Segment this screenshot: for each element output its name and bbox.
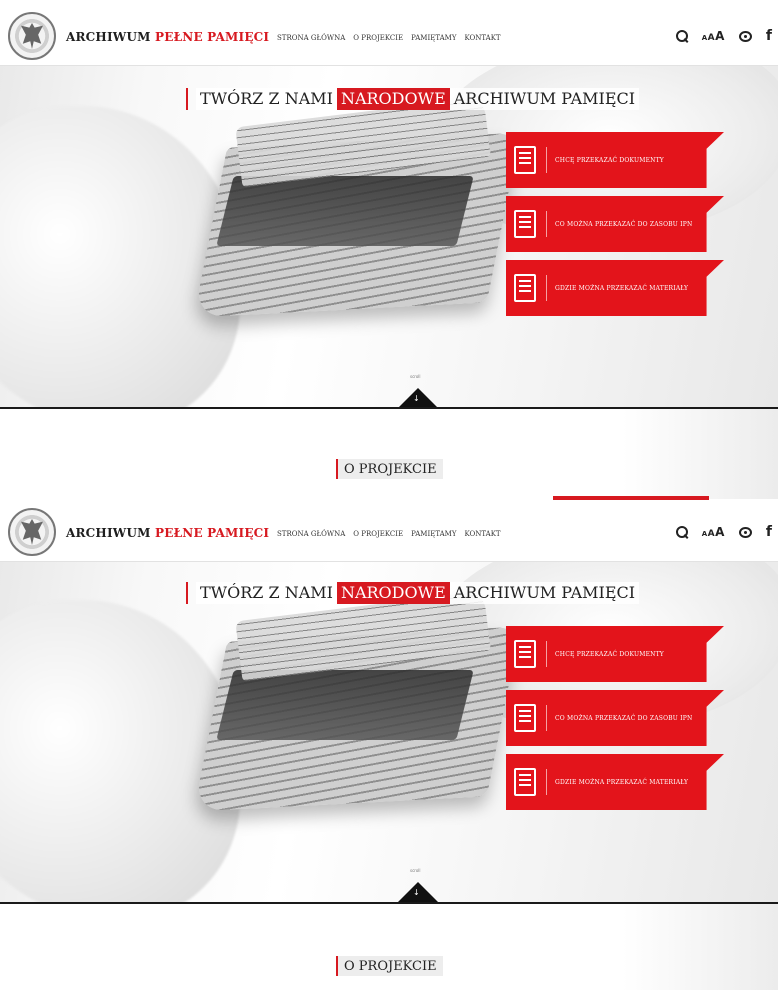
site-logo-text[interactable]: ARCHIWUM PEŁNE PAMIĘCI [66, 526, 269, 540]
search-icon[interactable] [675, 526, 688, 538]
section-title: O PROJEKCIE [336, 956, 443, 976]
document-download-icon [514, 640, 536, 668]
hero-headline: TWÓRZ Z NAMI NARODOWE ARCHIWUM PAMIĘCI [186, 582, 640, 604]
eagle-icon [21, 23, 43, 49]
eagle-icon [21, 519, 43, 545]
scroll-down-button[interactable]: ↓ [398, 882, 438, 902]
document-search-icon [514, 274, 536, 302]
headline-part-2: NARODOWE [336, 88, 450, 110]
action-what-to-transfer[interactable]: CO MOŻNA PRZEKAZAĆ DO ZASOBU IPN [506, 196, 724, 252]
logo-accent: PEŁNE PAMIĘCI [155, 526, 270, 540]
action-separator [546, 211, 547, 237]
action-separator [546, 769, 547, 795]
action-where-to-transfer[interactable]: GDZIE MOŻNA PRZEKAZAĆ MATERIAŁY [506, 260, 724, 316]
emblem-logo[interactable] [8, 12, 56, 60]
font-size-medium[interactable]: A [708, 529, 715, 539]
nav-item-about[interactable]: O PROJEKCIE [353, 530, 403, 538]
glove-image-left [0, 106, 240, 408]
hero-actions: CHCĘ PRZEKAZAĆ DOKUMENTY CO MOŻNA PRZEKA… [506, 132, 724, 324]
facebook-icon[interactable]: f [766, 524, 772, 540]
nav-item-remember[interactable]: PAMIĘTAMY [411, 34, 456, 42]
hero-banner: TWÓRZ Z NAMI NARODOWE ARCHIWUM PAMIĘCI C… [0, 560, 778, 902]
contrast-icon[interactable] [738, 526, 752, 538]
hero-actions: CHCĘ PRZEKAZAĆ DOKUMENTY CO MOŻNA PRZEKA… [506, 626, 724, 818]
nav-item-home[interactable]: STRONA GŁÓWNA [277, 34, 345, 42]
arrow-down-icon: ↓ [413, 888, 420, 897]
scroll-hint: scroll [410, 374, 421, 379]
document-search-icon [514, 768, 536, 796]
headline-part-1: TWÓRZ Z NAMI [196, 582, 337, 604]
nav-item-contact[interactable]: KONTAKT [464, 530, 500, 538]
hero-headline: TWÓRZ Z NAMI NARODOWE ARCHIWUM PAMIĘCI [186, 88, 640, 110]
document-shadow [216, 670, 474, 740]
logo-prefix: ARCHIWUM [66, 30, 155, 44]
action-separator [546, 705, 547, 731]
nav-item-contact[interactable]: KONTAKT [464, 34, 500, 42]
document-download-icon [514, 146, 536, 174]
about-section: O PROJEKCIE [0, 904, 778, 990]
headline-part-2: NARODOWE [336, 582, 450, 604]
headline-part-1: TWÓRZ Z NAMI [196, 88, 337, 110]
logo-prefix: ARCHIWUM [66, 526, 155, 540]
action-separator [546, 275, 547, 301]
facebook-icon[interactable]: f [766, 28, 772, 44]
action-separator [546, 641, 547, 667]
action-label: CHCĘ PRZEKAZAĆ DOKUMENTY [555, 156, 664, 164]
screenshot-frame-bottom: ARCHIWUM PEŁNE PAMIĘCI STRONA GŁÓWNA O P… [0, 500, 778, 990]
font-size-large[interactable]: A [715, 29, 725, 43]
glove-image-left [0, 600, 240, 902]
headline-part-3: ARCHIWUM PAMIĘCI [449, 582, 640, 604]
header-tools: AAA f [675, 524, 778, 540]
action-transfer-documents[interactable]: CHCĘ PRZEKAZAĆ DOKUMENTY [506, 132, 724, 188]
font-size-switcher: AAA [702, 525, 725, 539]
logo-accent: PEŁNE PAMIĘCI [155, 30, 270, 44]
action-label: CHCĘ PRZEKAZAĆ DOKUMENTY [555, 650, 664, 658]
arrow-down-icon: ↓ [413, 394, 420, 403]
headline-part-3: ARCHIWUM PAMIĘCI [449, 88, 640, 110]
action-where-to-transfer[interactable]: GDZIE MOŻNA PRZEKAZAĆ MATERIAŁY [506, 754, 724, 810]
nav-item-about[interactable]: O PROJEKCIE [353, 34, 403, 42]
font-size-large[interactable]: A [715, 525, 725, 539]
font-size-medium[interactable]: A [708, 33, 715, 43]
document-list-icon [514, 704, 536, 732]
section-title: O PROJEKCIE [336, 459, 443, 479]
search-icon[interactable] [675, 30, 688, 42]
nav-item-remember[interactable]: PAMIĘTAMY [411, 530, 456, 538]
font-size-switcher: AAA [702, 29, 725, 43]
action-label: GDZIE MOŻNA PRZEKAZAĆ MATERIAŁY [555, 284, 689, 292]
emblem-logo[interactable] [8, 508, 56, 556]
scroll-hint: scroll [410, 868, 421, 873]
document-shadow [216, 176, 474, 246]
contrast-icon[interactable] [738, 30, 752, 42]
action-what-to-transfer[interactable]: CO MOŻNA PRZEKAZAĆ DO ZASOBU IPN [506, 690, 724, 746]
scroll-down-button[interactable]: ↓ [398, 388, 438, 408]
main-nav: STRONA GŁÓWNA O PROJEKCIE PAMIĘTAMY KONT… [277, 34, 501, 42]
site-header: ARCHIWUM PEŁNE PAMIĘCI STRONA GŁÓWNA O P… [0, 504, 778, 562]
about-section: O PROJEKCIE [0, 409, 778, 500]
action-label: GDZIE MOŻNA PRZEKAZAĆ MATERIAŁY [555, 778, 689, 786]
site-logo-text[interactable]: ARCHIWUM PEŁNE PAMIĘCI [66, 30, 269, 44]
hero-banner: TWÓRZ Z NAMI NARODOWE ARCHIWUM PAMIĘCI C… [0, 66, 778, 408]
action-separator [546, 147, 547, 173]
main-nav: STRONA GŁÓWNA O PROJEKCIE PAMIĘTAMY KONT… [277, 530, 501, 538]
screenshot-frame-top: ARCHIWUM PEŁNE PAMIĘCI STRONA GŁÓWNA O P… [0, 0, 778, 500]
action-transfer-documents[interactable]: CHCĘ PRZEKAZAĆ DOKUMENTY [506, 626, 724, 682]
header-tools: AAA f [675, 28, 778, 44]
nav-item-home[interactable]: STRONA GŁÓWNA [277, 530, 345, 538]
document-list-icon [514, 210, 536, 238]
action-label: CO MOŻNA PRZEKAZAĆ DO ZASOBU IPN [555, 220, 693, 228]
action-label: CO MOŻNA PRZEKAZAĆ DO ZASOBU IPN [555, 714, 693, 722]
site-header: ARCHIWUM PEŁNE PAMIĘCI STRONA GŁÓWNA O P… [0, 8, 778, 66]
